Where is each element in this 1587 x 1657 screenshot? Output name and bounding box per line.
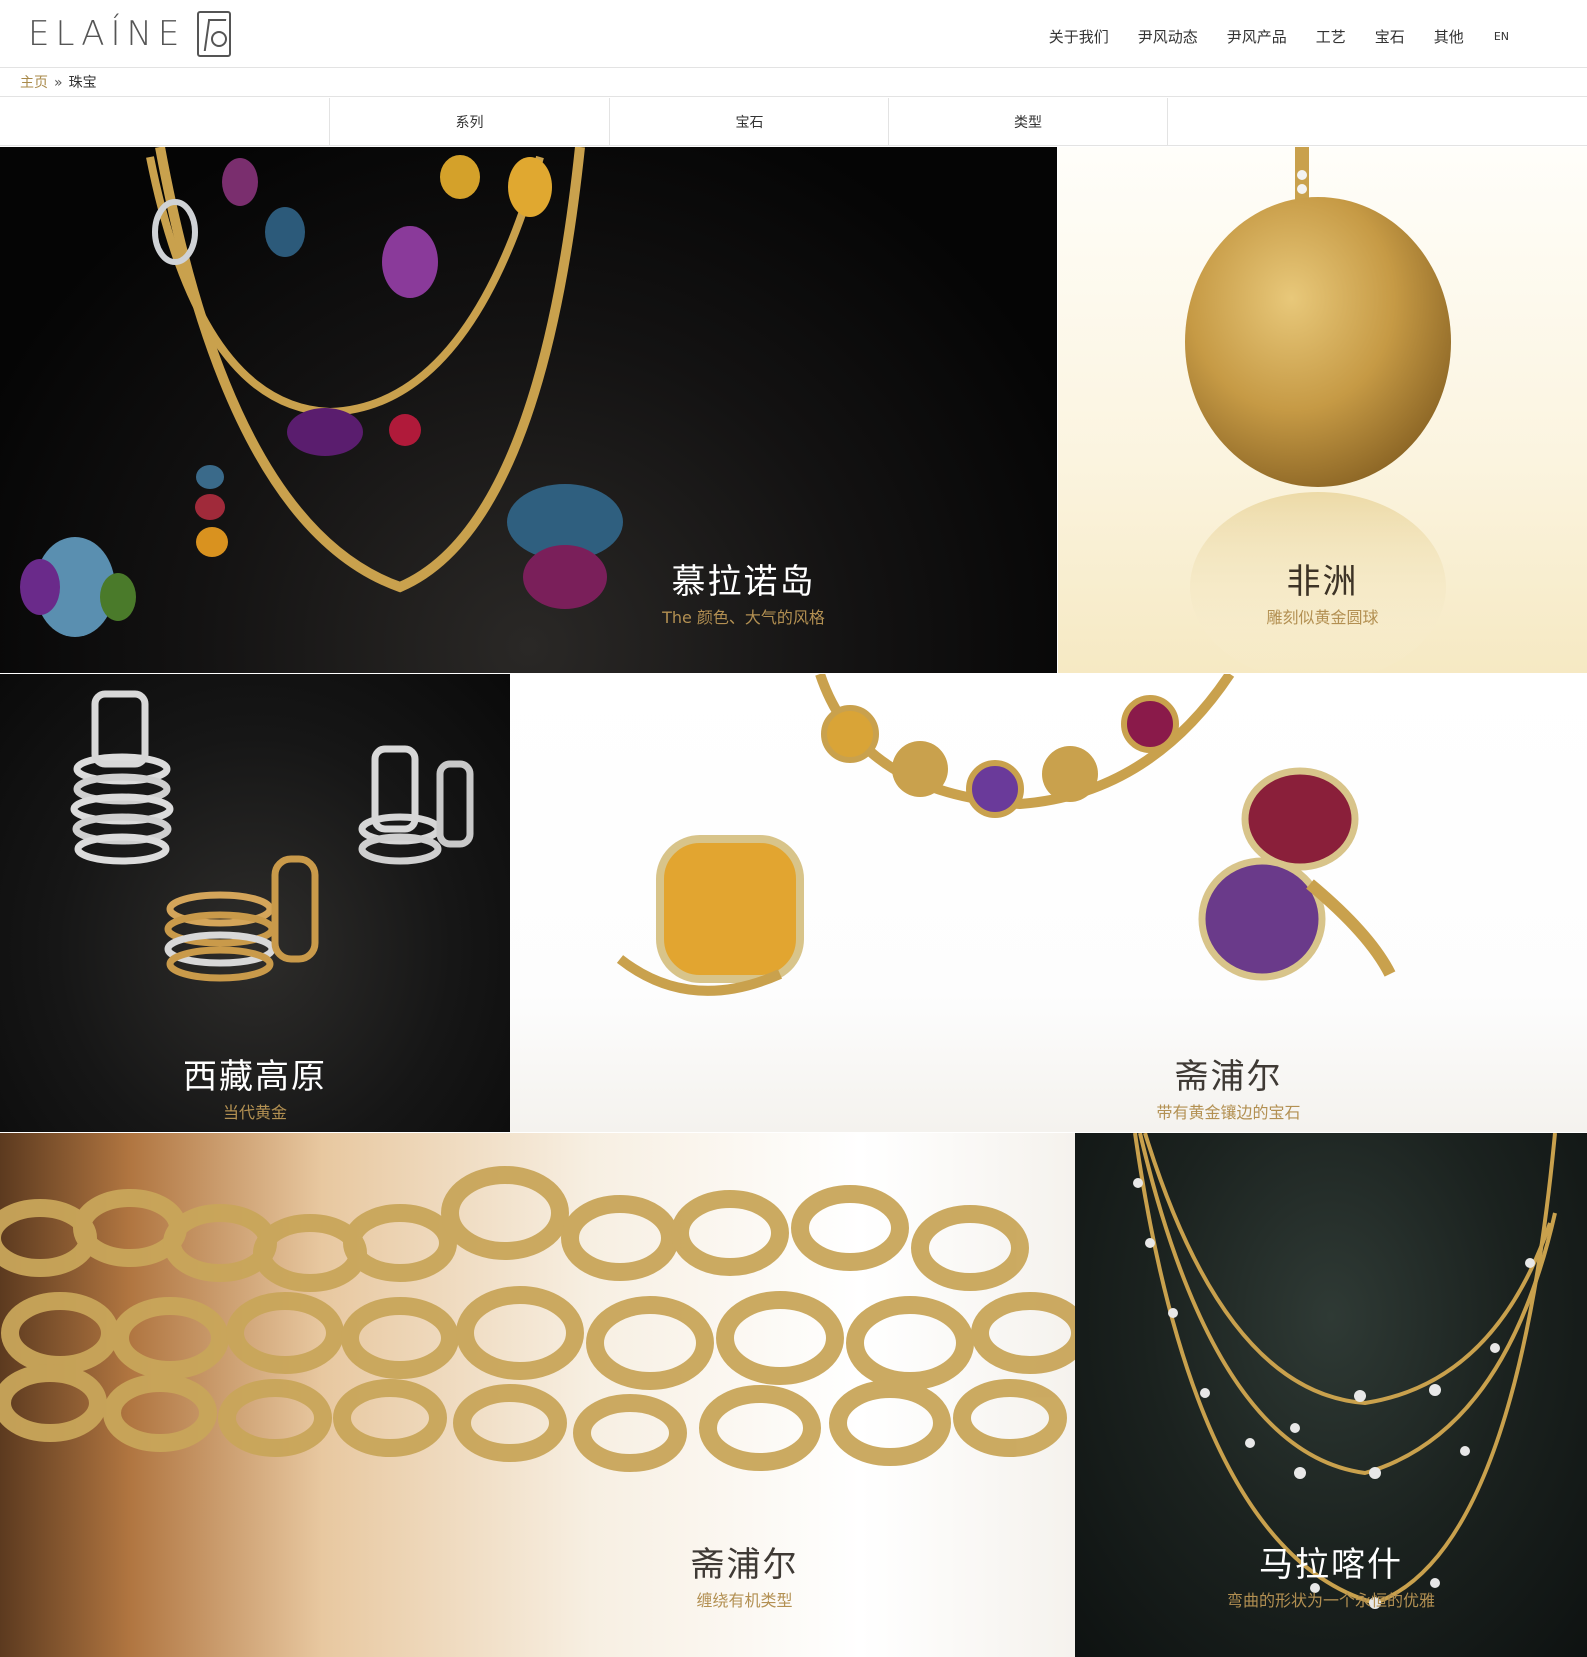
collection-tile-marrakech[interactable]: 马拉喀什 弯曲的形状为一个永恒的优雅: [1075, 1133, 1587, 1657]
collection-tile-jaipur-gems[interactable]: 斋浦尔 带有黄金镶边的宝石: [510, 674, 1587, 1132]
collection-tile-murano[interactable]: 慕拉诺岛 The 颜色、大气的风格: [0, 147, 1057, 673]
tile-title: 斋浦尔: [1174, 1057, 1283, 1097]
collection-tile-africa[interactable]: 非洲 雕刻似黄金圆球: [1058, 147, 1587, 673]
filter-tab-gemstone[interactable]: 宝石: [609, 98, 889, 146]
language-switch[interactable]: EN: [1494, 30, 1509, 47]
nav-item-craft[interactable]: 工艺: [1316, 26, 1346, 47]
tile-subtitle: The 颜色、大气的风格: [662, 608, 825, 627]
tile-title: 非洲: [1286, 562, 1359, 602]
collection-tile-jaipur-chain[interactable]: 斋浦尔 缠绕有机类型: [0, 1133, 1075, 1657]
africa-caption: 非洲 雕刻似黄金圆球: [1058, 562, 1587, 628]
tile-subtitle: 带有黄金镶边的宝石: [1156, 1103, 1301, 1122]
logo-seal-icon: [197, 11, 232, 57]
tibet-caption: 西藏高原 当代黄金: [0, 1057, 510, 1123]
main-nav: 关于我们 尹风动态 尹风产品 工艺 宝石 其他 EN: [1020, 26, 1509, 47]
breadcrumb-home-link[interactable]: 主页: [20, 75, 48, 91]
filter-tab-series[interactable]: 系列: [329, 98, 609, 146]
nav-item-about[interactable]: 关于我们: [1049, 26, 1109, 47]
tile-title: 西藏高原: [183, 1057, 327, 1097]
brand-logo[interactable]: ELAÍNE: [28, 6, 232, 62]
filter-bar: 系列 宝石 类型: [0, 98, 1587, 146]
tile-title: 慕拉诺岛: [671, 562, 816, 602]
jaipur-chain-caption: 斋浦尔 缠绕有机类型: [207, 1545, 1075, 1611]
nav-item-products[interactable]: 尹风产品: [1227, 26, 1287, 47]
collection-tile-tibet[interactable]: 西藏高原 当代黄金: [0, 674, 510, 1132]
filter-tab-type[interactable]: 类型: [888, 98, 1168, 146]
tile-title: 马拉喀什: [1259, 1545, 1403, 1585]
site-header: ELAÍNE 关于我们 尹风动态 尹风产品 工艺 宝石 其他 EN: [0, 0, 1587, 68]
tile-title: 斋浦尔: [690, 1545, 799, 1585]
murano-caption: 慕拉诺岛 The 颜色、大气的风格: [215, 562, 1057, 628]
logo-wordmark: ELAÍNE: [28, 14, 186, 54]
tile-subtitle: 雕刻似黄金圆球: [1266, 608, 1379, 627]
tile-subtitle: 弯曲的形状为一个永恒的优雅: [1226, 1591, 1435, 1610]
nav-item-gems[interactable]: 宝石: [1375, 26, 1405, 47]
marrakech-caption: 马拉喀什 弯曲的形状为一个永恒的优雅: [1075, 1545, 1587, 1611]
tile-subtitle: 缠绕有机类型: [696, 1591, 793, 1610]
jaipur-gems-caption: 斋浦尔 带有黄金镶边的宝石: [690, 1057, 1587, 1123]
breadcrumb: 主页 » 珠宝: [0, 69, 1587, 97]
tile-subtitle: 当代黄金: [222, 1103, 287, 1122]
breadcrumb-current: 珠宝: [68, 75, 97, 91]
nav-item-other[interactable]: 其他: [1434, 26, 1464, 47]
breadcrumb-separator: »: [54, 75, 63, 91]
nav-item-news[interactable]: 尹风动态: [1138, 26, 1198, 47]
